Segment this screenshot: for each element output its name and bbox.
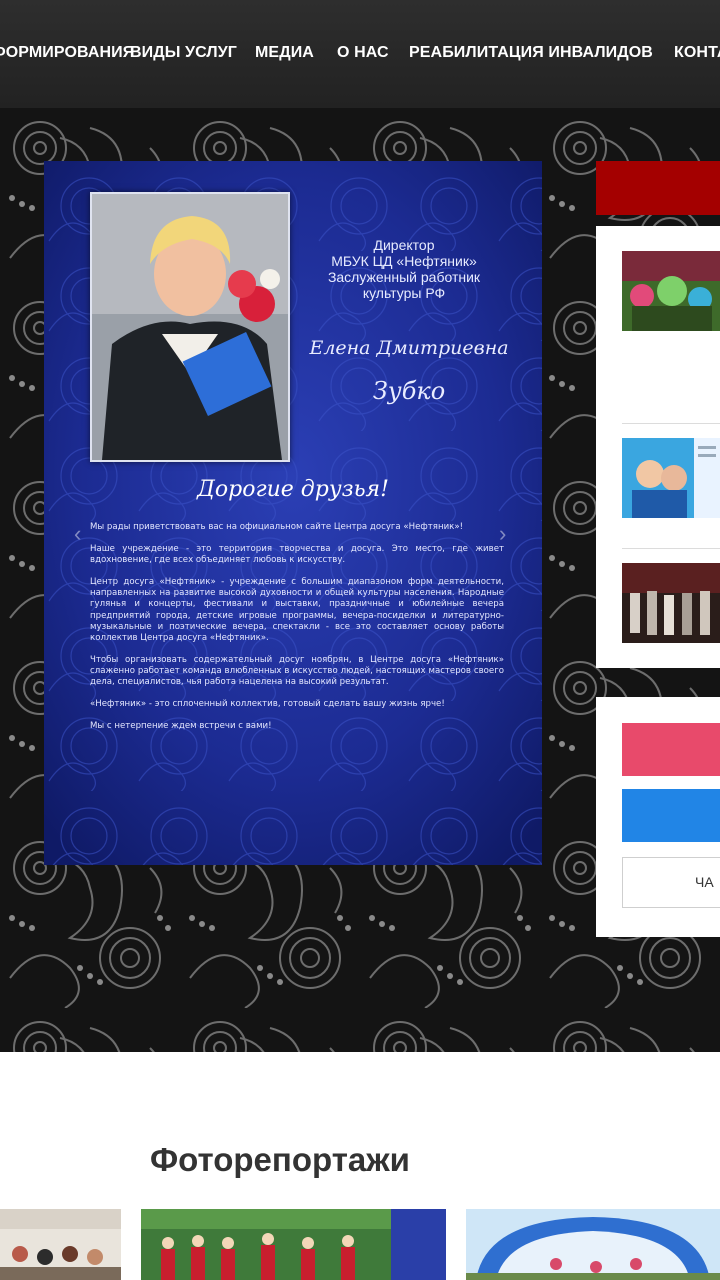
director-line: Директор <box>373 237 435 253</box>
nav-item-o-nas[interactable]: О НАС <box>337 44 389 62</box>
photo-report-item[interactable] <box>466 1209 720 1280</box>
welcome-paragraph: «Нефтяник» - это сплоченный коллектив, г… <box>90 699 445 710</box>
nav-item-vidy-uslug[interactable]: ВИДЫ УСЛУГ <box>130 44 237 62</box>
nav-item-kontakty[interactable]: КОНТАКТЫ <box>674 44 720 62</box>
slider-next-icon[interactable]: › <box>499 521 506 547</box>
greeting-heading: Дорогие друзья! <box>197 477 389 502</box>
news-thumbnail[interactable] <box>622 251 720 331</box>
sidebar-header-bar <box>596 161 720 215</box>
outline-button[interactable]: ЧА <box>622 857 720 908</box>
photo-report-item[interactable] <box>141 1209 446 1280</box>
director-photo <box>90 192 290 462</box>
welcome-paragraph: Мы рады приветствовать вас на официально… <box>90 522 464 532</box>
top-navigation: ФОРМИРОВАНИЯ ВИДЫ УСЛУГ МЕДИА О НАС РЕАБ… <box>0 0 720 108</box>
director-line: культуры РФ <box>362 285 446 301</box>
welcome-text: Мы рады приветствовать вас на официально… <box>90 522 504 743</box>
director-name: Елена Дмитриевна <box>309 337 509 359</box>
photo-reports-title: Фоторепортажи <box>150 1141 410 1178</box>
director-line: Заслуженный работник <box>327 269 481 285</box>
nav-menu: ФОРМИРОВАНИЯ ВИДЫ УСЛУГ МЕДИА О НАС РЕАБ… <box>0 0 720 108</box>
director-surname: Зубко <box>372 377 446 405</box>
news-thumbnail[interactable] <box>622 438 720 518</box>
nav-item-reabilitaciya[interactable]: РЕАБИЛИТАЦИЯ ИНВАЛИДОВ <box>409 44 653 62</box>
outline-button-label: ЧА <box>695 874 714 890</box>
director-line: МБУК ЦД «Нефтяник» <box>331 253 477 269</box>
nav-item-formirovaniya[interactable]: ФОРМИРОВАНИЯ <box>0 44 134 62</box>
news-thumbnail[interactable] <box>622 563 720 643</box>
welcome-paragraph: Чтобы организовать содержательный досуг … <box>90 654 504 688</box>
divider <box>622 548 720 549</box>
photo-report-item[interactable] <box>0 1209 121 1280</box>
sidebar-actions-card: ЧА <box>596 697 720 937</box>
sidebar-news-card <box>596 226 720 668</box>
slider-prev-icon[interactable]: ‹ <box>74 521 81 547</box>
welcome-paragraph: Мы с нетерпение ждем встречи с вами! <box>90 721 272 732</box>
pink-action-button[interactable] <box>622 723 720 776</box>
director-welcome-banner: Директор МБУК ЦД «Нефтяник» Заслуженный … <box>44 161 542 865</box>
blue-action-button[interactable] <box>622 789 720 842</box>
director-title: Директор МБУК ЦД «Нефтяник» Заслуженный … <box>284 237 524 301</box>
welcome-paragraph: Наше учреждение - это территория творчес… <box>90 544 504 566</box>
divider <box>622 423 720 424</box>
welcome-paragraph: Центр досуга «Нефтяник» - учреждение с б… <box>90 577 504 643</box>
nav-item-media[interactable]: МЕДИА <box>255 44 314 62</box>
